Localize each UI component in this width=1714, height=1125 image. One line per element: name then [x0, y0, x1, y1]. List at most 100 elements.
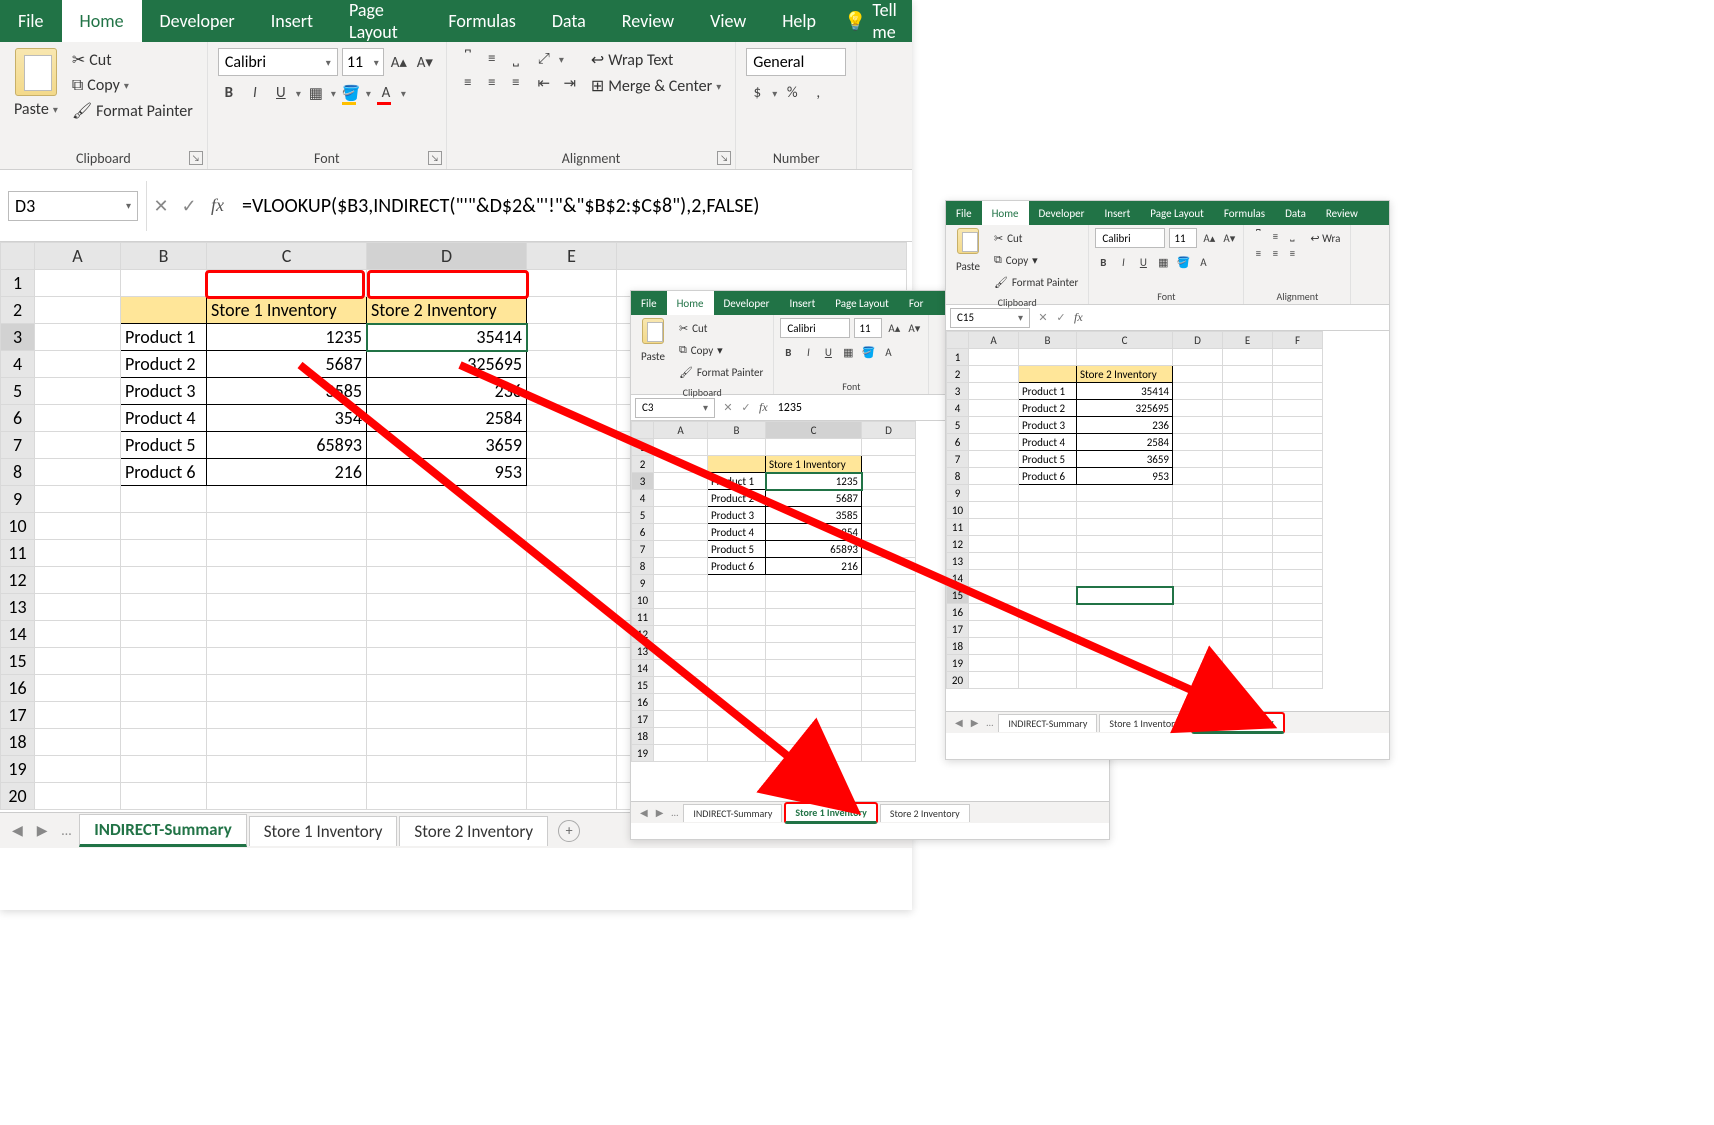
- cut-button[interactable]: ✂Cut: [990, 228, 1082, 248]
- align-bottom-icon[interactable]: ⎵: [505, 48, 527, 70]
- col-header[interactable]: C: [766, 422, 862, 439]
- tab-review[interactable]: Review: [1316, 201, 1368, 225]
- cell[interactable]: Product 3: [1019, 417, 1077, 434]
- col-header[interactable]: C: [1077, 332, 1173, 349]
- grow-font-icon[interactable]: A▴: [1201, 230, 1217, 246]
- cut-button[interactable]: ✂Cut: [68, 48, 197, 72]
- align-middle-icon[interactable]: ≡: [481, 48, 503, 70]
- cell[interactable]: 5687: [207, 351, 367, 378]
- row-header[interactable]: 19: [1, 756, 35, 783]
- cell[interactable]: 35414: [1077, 383, 1173, 400]
- row-header[interactable]: 15: [1, 648, 35, 675]
- cell[interactable]: 953: [367, 459, 527, 486]
- wrap-text-button[interactable]: ↩ Wra: [1306, 228, 1344, 248]
- sheet-tab-store1[interactable]: Store 1 Inventory: [784, 802, 877, 824]
- underline-button[interactable]: U: [820, 344, 836, 360]
- borders-button[interactable]: ▦: [1155, 254, 1171, 270]
- col-header[interactable]: E: [1223, 332, 1273, 349]
- name-box[interactable]: C3▾: [635, 398, 715, 418]
- tab-review[interactable]: Review: [604, 0, 692, 42]
- row-header[interactable]: 14: [1, 621, 35, 648]
- tab-file[interactable]: File: [946, 201, 982, 225]
- tab-file[interactable]: File: [0, 0, 62, 42]
- tab-developer[interactable]: Developer: [1029, 201, 1095, 225]
- paste-button[interactable]: Paste: [637, 346, 669, 366]
- sheet-tab-summary[interactable]: INDIRECT-Summary: [998, 714, 1097, 732]
- tab-help[interactable]: Help: [764, 0, 834, 42]
- alignment-launcher[interactable]: ↘: [717, 151, 731, 165]
- fill-color-button[interactable]: 🪣: [1175, 254, 1191, 270]
- name-box[interactable]: D3▾: [8, 191, 138, 221]
- tab-view[interactable]: View: [692, 0, 764, 42]
- sheet-tab-store2[interactable]: Store 2 Inventory: [880, 804, 970, 822]
- borders-button[interactable]: ▦: [840, 344, 856, 360]
- cell[interactable]: Product 6: [121, 459, 207, 486]
- shrink-font-icon[interactable]: A▾: [1221, 230, 1237, 246]
- col-header[interactable]: E: [527, 243, 617, 270]
- cell[interactable]: Product 5: [1019, 451, 1077, 468]
- underline-button[interactable]: U: [270, 82, 292, 104]
- cell[interactable]: Product 5: [708, 541, 766, 558]
- active-cell[interactable]: 35414: [367, 324, 527, 351]
- borders-button[interactable]: ▦: [305, 82, 327, 104]
- tab-formulas-cut[interactable]: For: [899, 291, 934, 315]
- fill-color-button[interactable]: 🪣: [860, 344, 876, 360]
- cell[interactable]: Product 3: [121, 378, 207, 405]
- paste-icon[interactable]: [642, 318, 664, 344]
- cell[interactable]: Product 5: [121, 432, 207, 459]
- cell[interactable]: Store 1 Inventory: [766, 456, 862, 473]
- grow-font-icon[interactable]: A▴: [886, 320, 902, 336]
- col-header[interactable]: A: [654, 422, 708, 439]
- name-box[interactable]: C15▾: [950, 308, 1030, 328]
- percent-button[interactable]: %: [781, 82, 803, 104]
- clipboard-launcher[interactable]: ↘: [189, 151, 203, 165]
- row-header[interactable]: 16: [1, 675, 35, 702]
- shrink-font-icon[interactable]: A▾: [906, 320, 922, 336]
- enter-formula-icon[interactable]: ✓: [175, 195, 203, 217]
- font-size-combo[interactable]: 11▾: [342, 48, 384, 76]
- sheet-tab-store2[interactable]: Store 2 Inventory: [399, 816, 548, 846]
- enter-formula-icon[interactable]: ✓: [737, 401, 755, 414]
- tab-page-layout[interactable]: Page Layout: [331, 0, 430, 42]
- bold-button[interactable]: B: [218, 82, 240, 104]
- cell[interactable]: 2584: [1077, 434, 1173, 451]
- tab-insert[interactable]: Insert: [1094, 201, 1140, 225]
- font-name-combo[interactable]: Calibri▾: [218, 48, 338, 76]
- tab-developer[interactable]: Developer: [714, 291, 780, 315]
- cell[interactable]: Product 3: [708, 507, 766, 524]
- col-header[interactable]: A: [35, 243, 121, 270]
- row-header[interactable]: 9: [1, 486, 35, 513]
- decrease-indent-icon[interactable]: ⇤: [533, 72, 555, 94]
- format-painter-button[interactable]: 🖌Format Painter: [990, 272, 1082, 292]
- font-name-combo[interactable]: Calibri: [1095, 228, 1165, 248]
- font-launcher[interactable]: ↘: [428, 151, 442, 165]
- tab-developer[interactable]: Developer: [142, 0, 253, 42]
- cell[interactable]: 65893: [766, 541, 862, 558]
- tab-file[interactable]: File: [631, 291, 667, 315]
- fx-icon[interactable]: fx: [1070, 310, 1087, 325]
- col-header[interactable]: D: [1173, 332, 1223, 349]
- bold-button[interactable]: B: [780, 344, 796, 360]
- bold-button[interactable]: B: [1095, 254, 1111, 270]
- col-header[interactable]: F: [1273, 332, 1323, 349]
- paste-button[interactable]: Paste▾: [10, 98, 62, 121]
- cut-button[interactable]: ✂Cut: [675, 318, 767, 338]
- sheet-tab-summary[interactable]: INDIRECT-Summary: [683, 804, 782, 822]
- col-header[interactable]: C: [207, 243, 367, 270]
- tell-me[interactable]: 💡Tell me: [834, 0, 912, 42]
- tab-insert[interactable]: Insert: [253, 0, 331, 42]
- col-header[interactable]: D: [862, 422, 916, 439]
- cell[interactable]: 216: [766, 558, 862, 575]
- cell[interactable]: 325695: [367, 351, 527, 378]
- align-left-icon[interactable]: ≡: [457, 72, 479, 94]
- cell[interactable]: Store 1 Inventory: [207, 297, 367, 324]
- cell[interactable]: 5687: [766, 490, 862, 507]
- row-header[interactable]: 12: [1, 567, 35, 594]
- row-header[interactable]: 17: [1, 702, 35, 729]
- cell[interactable]: Product 1: [121, 324, 207, 351]
- align-top-icon[interactable]: ⎴: [457, 48, 479, 70]
- fill-color-button[interactable]: 🪣: [340, 82, 362, 104]
- row-header[interactable]: 6: [1, 405, 35, 432]
- cell[interactable]: 236: [1077, 417, 1173, 434]
- col-header[interactable]: B: [1019, 332, 1077, 349]
